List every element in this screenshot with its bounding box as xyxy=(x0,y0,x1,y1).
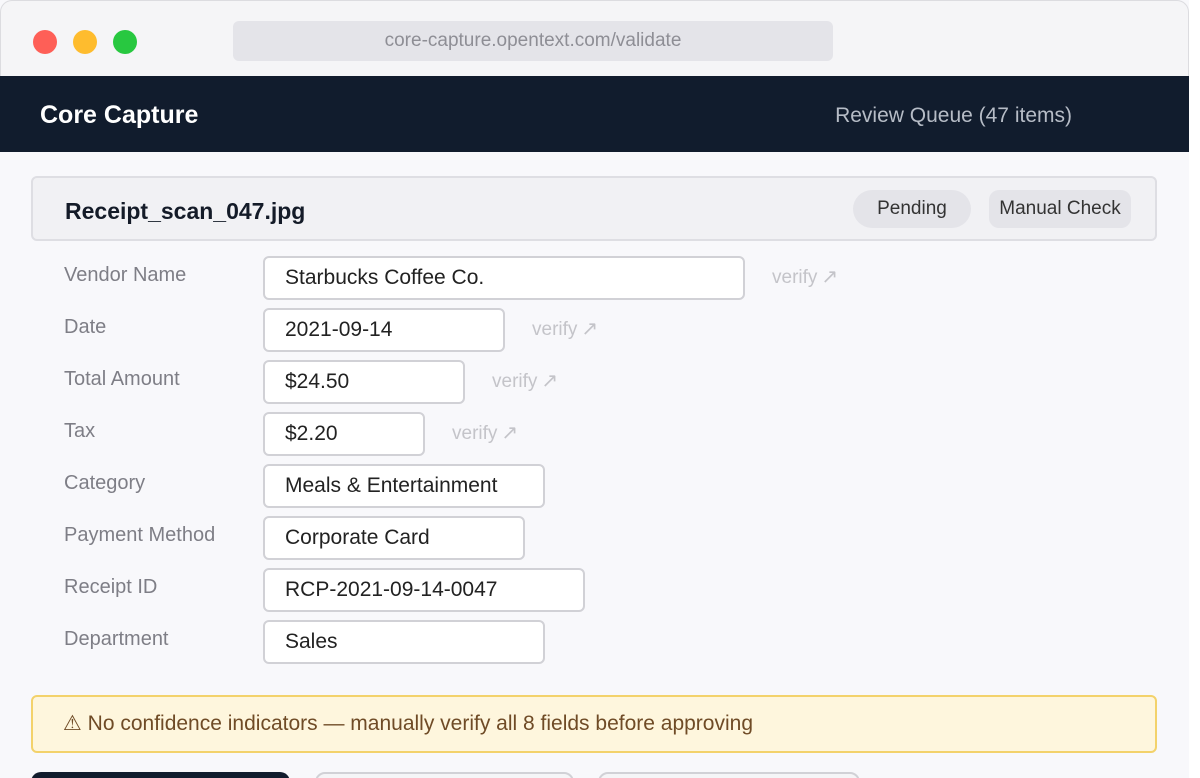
address-bar[interactable]: core-capture.opentext.com/validate xyxy=(233,21,833,61)
field-label: Total Amount xyxy=(64,368,180,390)
field-row-payment-method: Payment Method Corporate Card xyxy=(0,514,700,560)
date-input[interactable]: 2021-09-14 xyxy=(263,308,505,352)
verify-link[interactable]: verify ↗ xyxy=(532,306,598,353)
field-row-department: Department Sales xyxy=(0,618,700,664)
field-row-category: Category Meals & Entertainment xyxy=(0,462,700,508)
reject-button[interactable] xyxy=(315,772,574,778)
review-queue-link[interactable]: Review Queue (47 items) xyxy=(835,76,1072,156)
verify-label: verify xyxy=(532,319,578,340)
app-window: core-capture.opentext.com/validate Core … xyxy=(0,0,1189,778)
total-amount-input[interactable]: $24.50 xyxy=(263,360,465,404)
app-header: Core Capture Review Queue (47 items) xyxy=(0,76,1189,152)
field-row-receipt-id: Receipt ID RCP-2021-09-14-0047 xyxy=(0,566,700,612)
verify-link[interactable]: verify ↗ xyxy=(772,254,838,301)
tax-input[interactable]: $2.20 xyxy=(263,412,425,456)
external-arrow-icon: ↗ xyxy=(821,266,839,288)
document-header: Receipt_scan_047.jpg Pending Manual Chec… xyxy=(31,176,1157,241)
field-row-tax: Tax $2.20 verify ↗ xyxy=(0,410,700,456)
receipt-id-input[interactable]: RCP-2021-09-14-0047 xyxy=(263,568,585,612)
field-label: Tax xyxy=(64,420,96,442)
maximize-window-button[interactable] xyxy=(113,30,137,54)
status-badge: Pending xyxy=(853,190,971,228)
field-label: Payment Method xyxy=(64,524,216,546)
vendor-name-input[interactable]: Starbucks Coffee Co. xyxy=(263,256,745,300)
verify-link[interactable]: verify ↗ xyxy=(452,410,518,457)
field-row-vendor-name: Vendor Name Starbucks Coffee Co. verify ↗ xyxy=(0,254,900,300)
manual-check-badge: Manual Check xyxy=(989,190,1131,228)
verify-label: verify xyxy=(772,267,818,288)
field-label: Department xyxy=(64,628,169,650)
verify-label: verify xyxy=(452,423,498,444)
approve-button[interactable] xyxy=(31,772,290,778)
verify-label: verify xyxy=(492,371,538,392)
field-label: Category xyxy=(64,472,146,494)
external-arrow-icon: ↗ xyxy=(541,370,559,392)
skip-button[interactable] xyxy=(598,772,860,778)
field-label: Vendor Name xyxy=(64,264,187,286)
field-label: Receipt ID xyxy=(64,576,158,598)
field-label: Date xyxy=(64,316,107,338)
field-row-date: Date 2021-09-14 verify ↗ xyxy=(0,306,700,352)
external-arrow-icon: ↗ xyxy=(501,422,519,444)
close-window-button[interactable] xyxy=(33,30,57,54)
document-title: Receipt_scan_047.jpg xyxy=(65,198,306,224)
app-brand: Core Capture xyxy=(40,101,199,129)
payment-method-input[interactable]: Corporate Card xyxy=(263,516,525,560)
browser-chrome: core-capture.opentext.com/validate xyxy=(0,0,1189,76)
verify-link[interactable]: verify ↗ xyxy=(492,358,558,405)
field-row-total-amount: Total Amount $24.50 verify ↗ xyxy=(0,358,700,404)
external-arrow-icon: ↗ xyxy=(581,318,599,340)
verification-warning: ⚠ No confidence indicators — manually ve… xyxy=(31,695,1157,753)
category-input[interactable]: Meals & Entertainment xyxy=(263,464,545,508)
minimize-window-button[interactable] xyxy=(73,30,97,54)
department-input[interactable]: Sales xyxy=(263,620,545,664)
